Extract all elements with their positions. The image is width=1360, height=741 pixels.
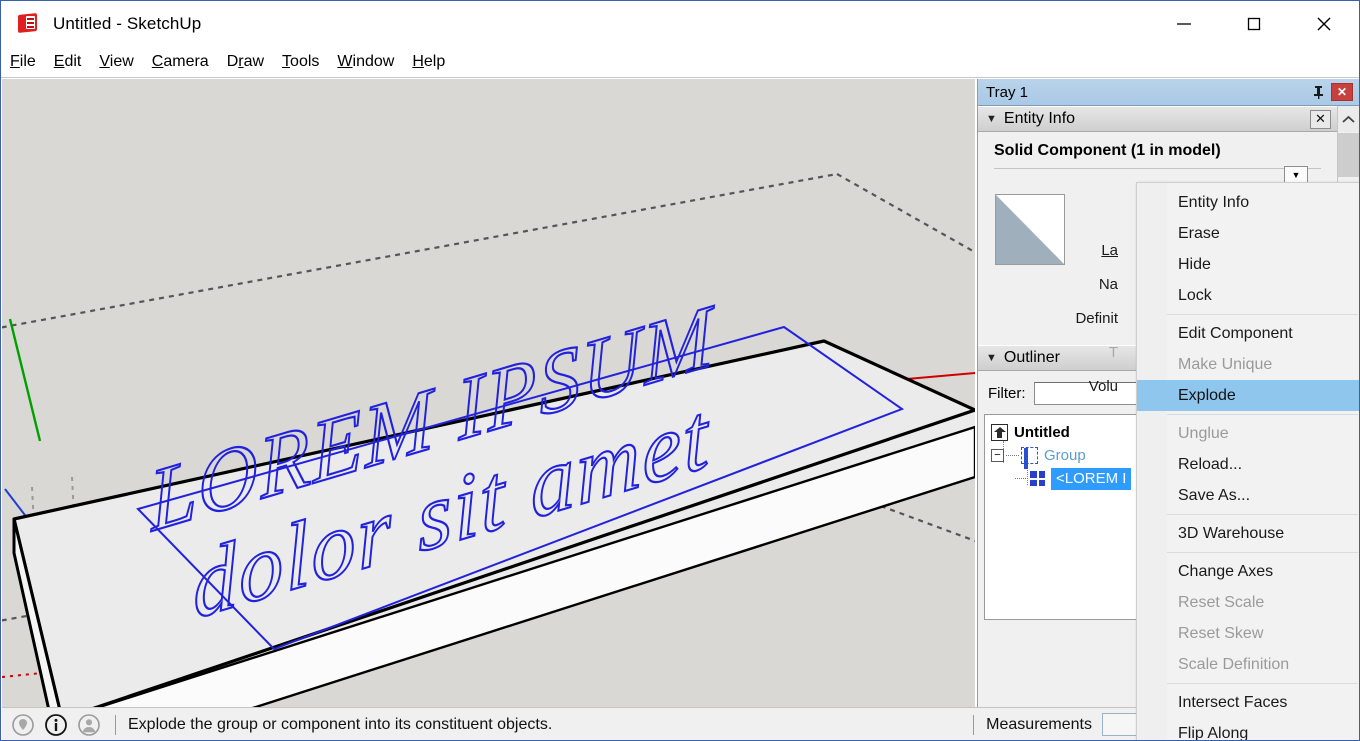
menu-help[interactable]: Help: [403, 50, 454, 74]
status-message: Explode the group or component into its …: [128, 716, 552, 734]
menu-window[interactable]: Window: [328, 50, 403, 74]
divider: [973, 715, 974, 735]
menu-file-rest: ile: [20, 53, 36, 70]
context-menu-item-reset-scale: Reset Scale: [1137, 587, 1360, 618]
entity-info-field-definition: Definit: [978, 310, 1118, 327]
minimize-button[interactable]: [1149, 1, 1219, 47]
tree-connector: [1006, 455, 1019, 456]
context-menu-item-edit-component[interactable]: Edit Component: [1137, 318, 1360, 349]
tree-item-label: Untitled: [1014, 424, 1070, 441]
menu-tools[interactable]: Tools: [273, 50, 328, 74]
entity-info-field-layer: La: [978, 242, 1118, 259]
entity-info-field-type: T: [978, 344, 1118, 361]
context-menu-item-intersect-faces[interactable]: Intersect Faces: [1137, 687, 1360, 718]
home-icon: [991, 424, 1008, 441]
account-icon[interactable]: [77, 713, 101, 737]
menu-draw[interactable]: Draw: [218, 50, 273, 74]
group-icon: [1021, 447, 1038, 464]
entity-info-field-name: Na: [978, 276, 1118, 293]
scrollbar-thumb[interactable]: [1338, 133, 1359, 177]
entity-info-close-button[interactable]: ✕: [1310, 110, 1331, 129]
menu-file[interactable]: File: [1, 50, 45, 74]
tree-connector: [1015, 478, 1028, 479]
pin-icon[interactable]: [1307, 82, 1329, 102]
tray-close-button[interactable]: ✕: [1331, 83, 1353, 101]
menu-view[interactable]: View: [90, 50, 142, 74]
context-menu-item-lock[interactable]: Lock: [1137, 280, 1360, 311]
context-menu-item-flip-along[interactable]: Flip Along: [1137, 718, 1360, 741]
entity-info-field-layer-text: La: [1101, 242, 1118, 259]
menu-separator: [1167, 414, 1358, 415]
measurements-label: Measurements: [986, 716, 1092, 734]
menu-separator: [1167, 552, 1358, 553]
divider: [994, 168, 1321, 169]
entity-info-field-volume: Volu: [978, 378, 1118, 395]
menu-separator: [1167, 314, 1358, 315]
context-menu-item-hide[interactable]: Hide: [1137, 249, 1360, 280]
3d-viewport[interactable]: LOREM IPSUM dolor sit amet: [2, 79, 975, 707]
tree-item-label-selected: <LOREM I: [1051, 468, 1131, 490]
context-menu-item-save-as[interactable]: Save As...: [1137, 480, 1360, 511]
context-menu-item-unglue: Unglue: [1137, 418, 1360, 449]
context-menu-item-scale-definition: Scale Definition: [1137, 649, 1360, 680]
tray-title: Tray 1: [986, 84, 1028, 101]
sketchup-window: Untitled - SketchUp File Edit View Camer…: [0, 0, 1360, 741]
context-menu-item-erase[interactable]: Erase: [1137, 218, 1360, 249]
context-menu-item-reload[interactable]: Reload...: [1137, 449, 1360, 480]
tree-item-label: Group: [1044, 447, 1086, 464]
close-button[interactable]: [1289, 1, 1359, 47]
triangle-down-icon[interactable]: ▼: [986, 113, 997, 125]
menu-edit[interactable]: Edit: [45, 50, 91, 74]
context-menu-item-make-unique: Make Unique: [1137, 349, 1360, 380]
window-title: Untitled - SketchUp: [53, 14, 201, 34]
geo-location-icon[interactable]: [11, 713, 35, 737]
tray-header: Tray 1 ✕: [978, 79, 1359, 106]
context-menu-item-change-axes[interactable]: Change Axes: [1137, 556, 1360, 587]
context-menu-item-explode[interactable]: Explode: [1137, 380, 1360, 411]
menu-bar: File Edit View Camera Draw Tools Window …: [1, 47, 1359, 78]
maximize-button[interactable]: [1219, 1, 1289, 47]
divider: [115, 715, 116, 735]
entity-info-heading: Solid Component (1 in model): [978, 132, 1337, 168]
window-controls: [1149, 1, 1359, 47]
menu-separator: [1167, 683, 1358, 684]
title-bar: Untitled - SketchUp: [1, 1, 1359, 47]
entity-info-title: Entity Info: [1004, 110, 1075, 128]
chevron-up-icon[interactable]: [1338, 106, 1359, 132]
context-menu[interactable]: Entity Info Erase Hide Lock Edit Compone…: [1136, 182, 1360, 741]
entity-info-panel-header[interactable]: ▼ Entity Info ✕: [978, 106, 1337, 132]
sketchup-logo-icon: [15, 11, 41, 37]
component-icon: [1030, 471, 1045, 486]
info-icon[interactable]: [44, 713, 68, 737]
collapse-toggle-icon[interactable]: −: [991, 449, 1004, 462]
context-menu-item-reset-skew: Reset Skew: [1137, 618, 1360, 649]
context-menu-item-3d-warehouse[interactable]: 3D Warehouse: [1137, 518, 1360, 549]
menu-camera[interactable]: Camera: [143, 50, 218, 74]
context-menu-item-entity-info[interactable]: Entity Info: [1137, 187, 1360, 218]
menu-separator: [1167, 514, 1358, 515]
